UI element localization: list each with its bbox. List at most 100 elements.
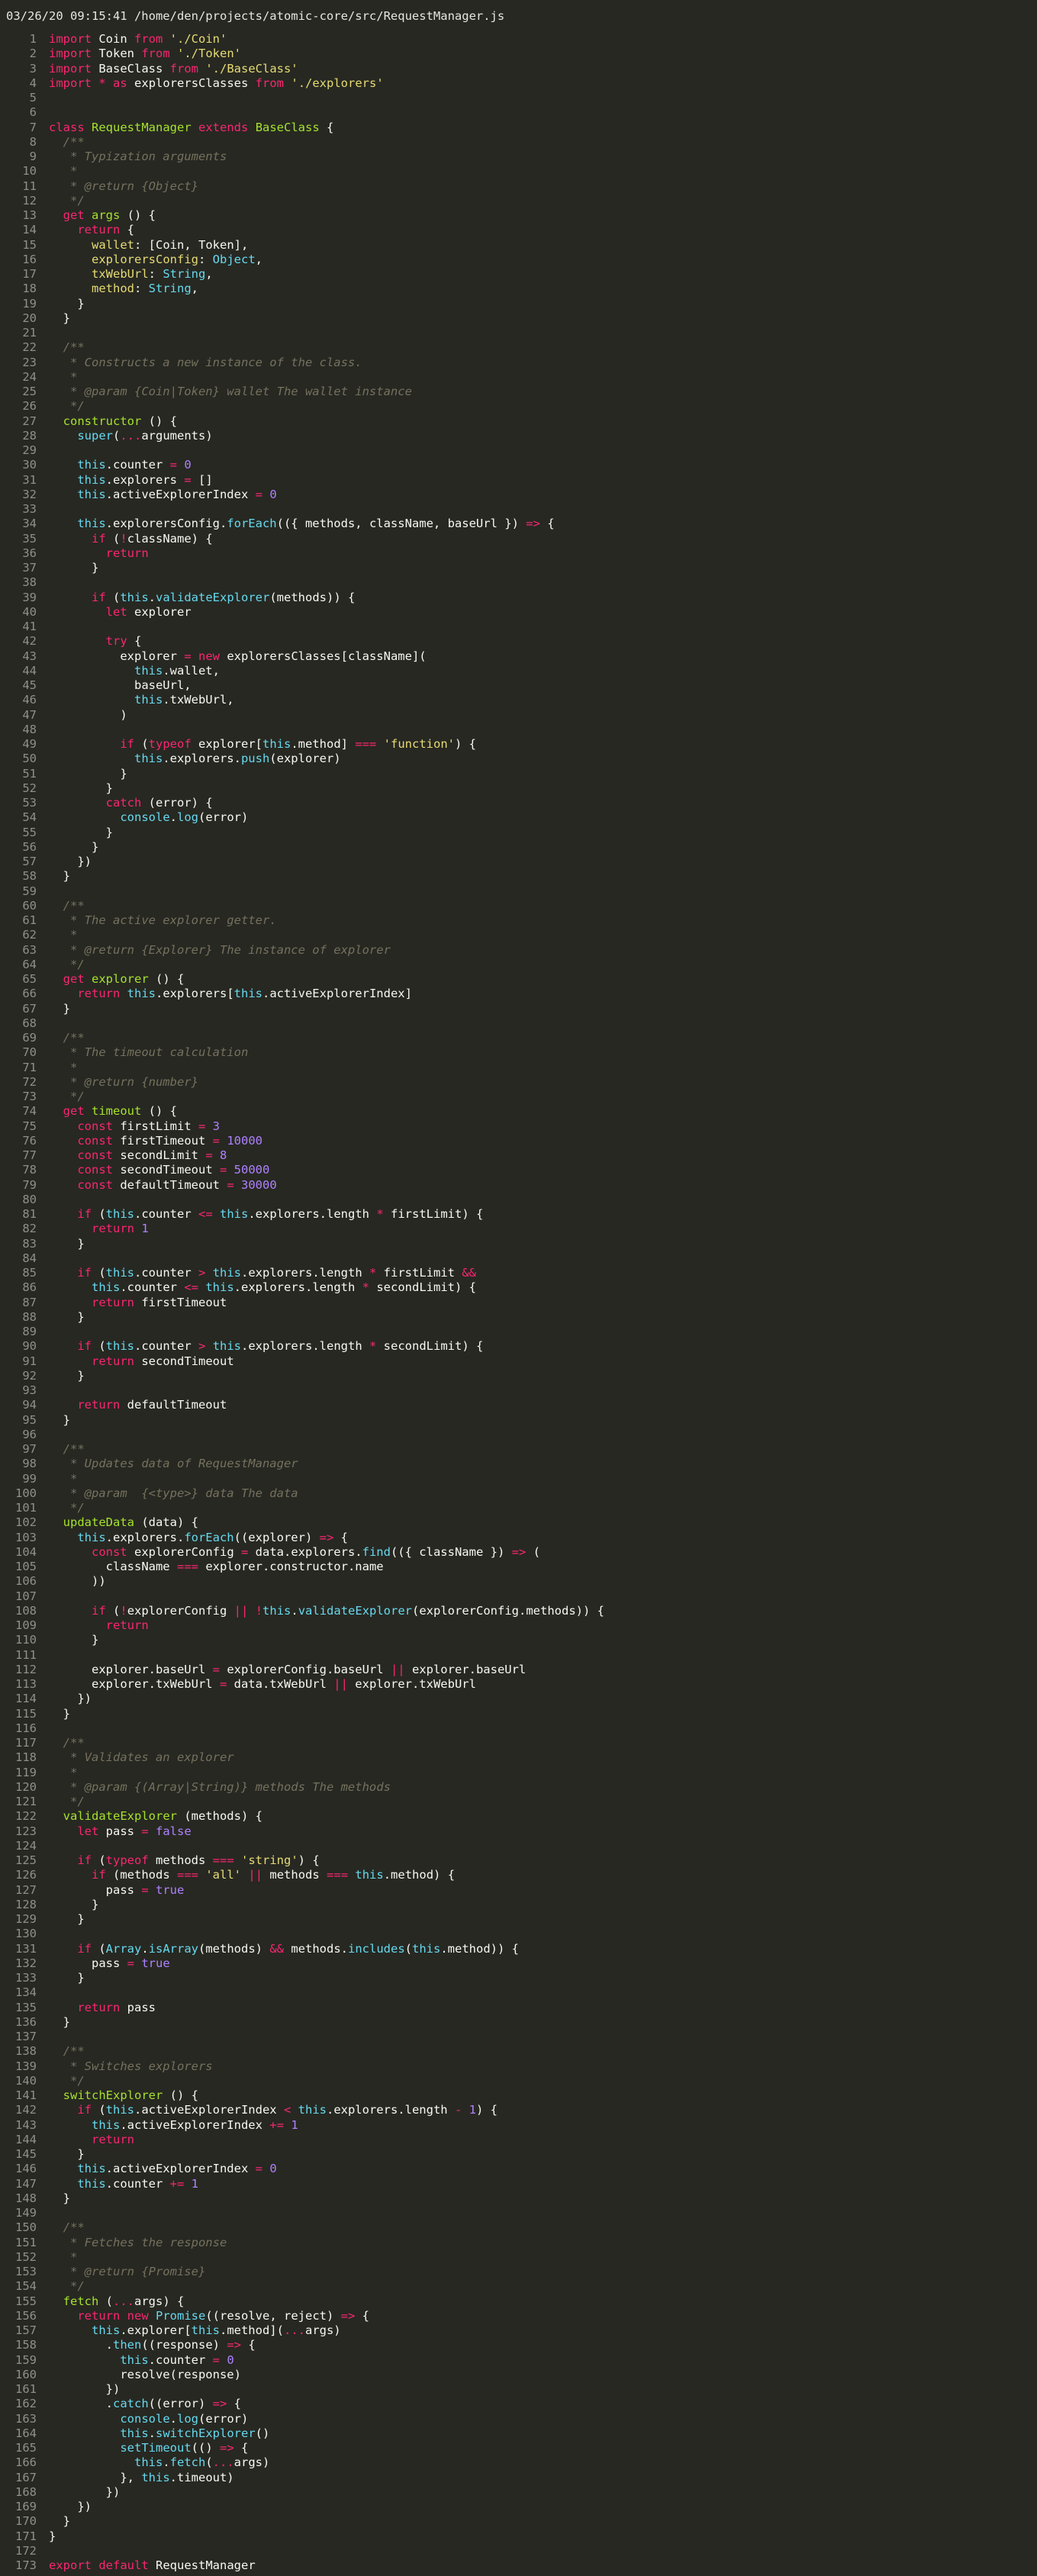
code-text: console.log(error) [120, 2411, 249, 2426]
code-text: */ [49, 193, 85, 208]
code-text: const explorerConfig = data.explorers.fi… [92, 1544, 540, 1559]
line-number: 2 [29, 47, 37, 61]
code-line: 168 }) [0, 2485, 1037, 2500]
code-line: 63 * @return {Explorer} The instance of … [0, 943, 1037, 958]
line-number: 150 [15, 2220, 37, 2235]
code-line: 130 [0, 1927, 1037, 1941]
code-text: const firstTimeout = 10000 [77, 1133, 263, 1148]
line-number: 123 [15, 1824, 37, 1838]
code-line: 5 [0, 91, 1037, 105]
line-number: 114 [15, 1692, 37, 1706]
line-number: 25 [22, 385, 37, 398]
line-number: 1 [29, 32, 37, 46]
line-number: 138 [15, 2044, 37, 2059]
line-number: 50 [22, 752, 37, 766]
code-line: 112 explorer.baseUrl = explorerConfig.ba… [0, 1663, 1037, 1677]
code-text: * Updates data of RequestManager [49, 1457, 298, 1471]
code-text: * Typization arguments [49, 150, 227, 163]
code-line: 50 this.explorers.push(explorer) [0, 752, 1037, 766]
line-number: 121 [15, 1795, 37, 1808]
line-number: 27 [22, 414, 37, 428]
line-number: 100 [15, 1486, 37, 1500]
code-line: 62 * [0, 928, 1037, 942]
line-number: 41 [22, 620, 37, 633]
code-text: return defaultTimeout [77, 1398, 227, 1412]
code-line: 101 */ [0, 1501, 1037, 1515]
code-line: 71 * [0, 1061, 1037, 1075]
line-number: 105 [15, 1560, 37, 1573]
line-number: 165 [15, 2441, 37, 2455]
code-line: 162 .catch((error) => { [0, 2397, 1037, 2411]
line-number: 55 [22, 825, 37, 839]
line-number: 3 [29, 61, 37, 76]
line-number: 16 [22, 252, 37, 266]
code-line: 166 this.fetch(...args) [0, 2455, 1037, 2470]
line-number: 5 [29, 91, 37, 105]
code-text: this.activeExplorerIndex = 0 [77, 487, 277, 501]
line-number: 44 [22, 663, 37, 678]
code-text: this.wallet, [134, 663, 220, 678]
code-line: 165 setTimeout(() => { [0, 2441, 1037, 2455]
line-number: 45 [22, 678, 37, 692]
code-text: const firstLimit = 3 [77, 1119, 221, 1133]
line-number: 167 [15, 2470, 37, 2484]
line-number: 118 [15, 1750, 37, 1765]
line-number: 163 [15, 2411, 37, 2426]
line-number: 38 [22, 575, 37, 590]
code-text: */ [49, 2073, 85, 2088]
code-text: txWebUrl: String, [92, 267, 213, 281]
line-number: 10 [22, 164, 37, 179]
code-text: updateData (data) { [63, 1515, 198, 1530]
line-number: 87 [22, 1295, 37, 1309]
code-text: * [49, 928, 78, 942]
code-text: return [92, 2132, 134, 2146]
code-line: 18 method: String, [0, 282, 1037, 296]
code-line: 107 [0, 1589, 1037, 1604]
line-number: 46 [22, 693, 37, 707]
line-number: 147 [15, 2176, 37, 2191]
code-text: pass = true [49, 1956, 170, 1970]
code-line: 52 } [0, 781, 1037, 796]
line-number: 54 [22, 810, 37, 825]
code-line: 69 /** [0, 1031, 1037, 1045]
code-text: */ [49, 1090, 85, 1103]
line-number: 110 [15, 1633, 37, 1647]
code-line: 67 } [0, 1002, 1037, 1016]
line-number: 74 [22, 1104, 37, 1119]
line-number: 14 [22, 223, 37, 237]
code-text: }, this.timeout) [49, 2470, 234, 2484]
line-number: 70 [22, 1045, 37, 1060]
code-text: * [49, 1471, 78, 1486]
code-line: 156 return new Promise((resolve, reject)… [0, 2309, 1037, 2323]
line-number: 166 [15, 2455, 37, 2470]
code-line: 145 } [0, 2147, 1037, 2162]
line-number: 141 [15, 2088, 37, 2102]
line-number: 139 [15, 2059, 37, 2073]
code-line: 11 * @return {Object} [0, 179, 1037, 194]
code-text: validateExplorer (methods) { [63, 1809, 262, 1824]
line-number: 59 [22, 884, 37, 898]
line-number: 158 [15, 2338, 37, 2352]
code-text: } [49, 1236, 85, 1251]
code-line: 106 )) [0, 1574, 1037, 1589]
line-number: 111 [15, 1647, 37, 1662]
code-line: 132 pass = true [0, 1956, 1037, 1971]
code-line: 102 updateData (data) { [0, 1515, 1037, 1530]
code-text: this.activeExplorerIndex = 0 [77, 2162, 277, 2176]
code-text: import BaseClass from './BaseClass' [49, 61, 298, 76]
code-text: let pass = false [77, 1824, 192, 1838]
code-line: 19 } [0, 297, 1037, 311]
code-text: } [49, 869, 70, 884]
code-text: /** [49, 2220, 85, 2235]
code-text: } [49, 1971, 85, 1985]
code-line: 79 const defaultTimeout = 30000 [0, 1178, 1037, 1193]
line-number: 102 [15, 1515, 37, 1530]
line-number: 96 [22, 1427, 37, 1441]
